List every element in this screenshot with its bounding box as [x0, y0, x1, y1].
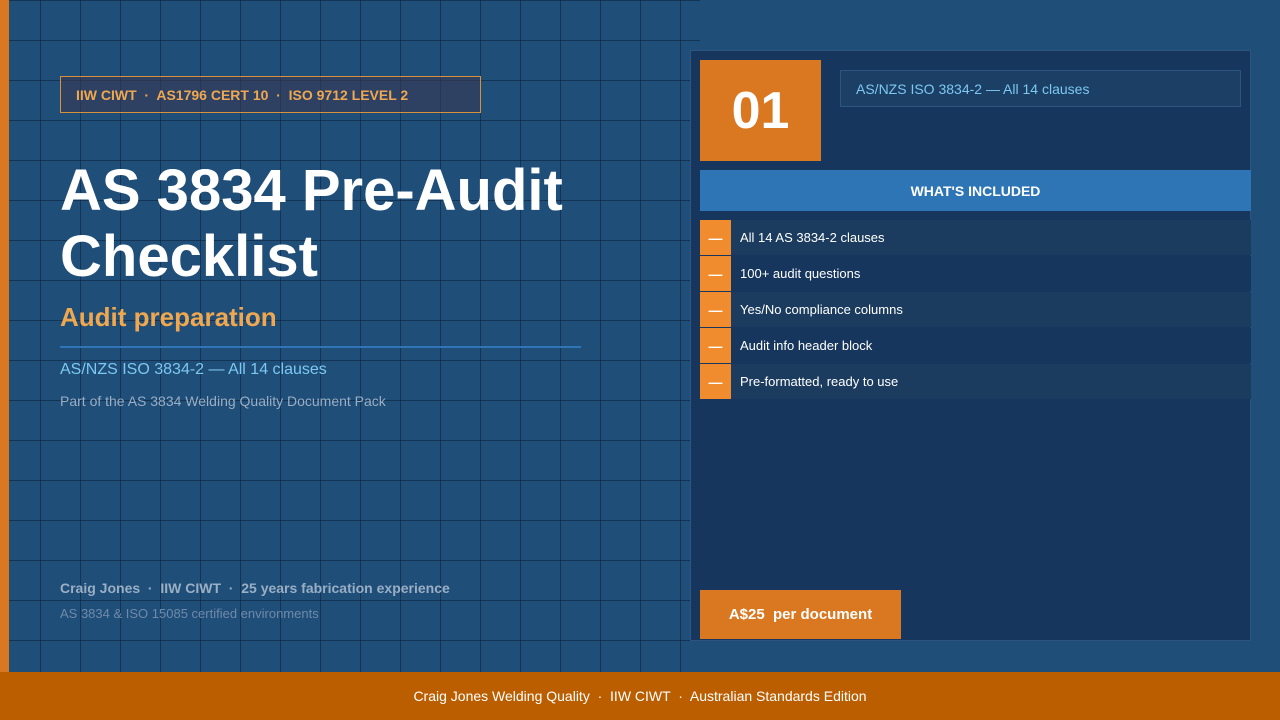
page-title: AS 3834 Pre-Audit Checklist: [60, 158, 563, 289]
page-subtitle: Audit preparation: [60, 302, 277, 332]
whats-included-header: WHAT'S INCLUDED: [700, 170, 1251, 211]
left-accent-bar: [0, 0, 9, 672]
dash-marker: —: [700, 328, 731, 363]
list-item: — 100+ audit questions: [700, 256, 1251, 291]
included-items-list: — All 14 AS 3834-2 clauses — 100+ audit …: [700, 220, 1251, 400]
footer-bar: Craig Jones Welding Quality · IIW CIWT ·…: [0, 672, 1280, 720]
list-item: — All 14 AS 3834-2 clauses: [700, 220, 1251, 255]
dash-marker: —: [700, 256, 731, 291]
dash-marker: —: [700, 220, 731, 255]
price-button[interactable]: A$25 per document: [700, 590, 901, 639]
list-item-label: Yes/No compliance columns: [740, 302, 903, 317]
pack-description: Part of the AS 3834 Welding Quality Docu…: [60, 393, 386, 409]
title-divider: [60, 346, 581, 348]
list-item-label: Audit info header block: [740, 338, 873, 353]
document-number: 01: [700, 60, 821, 161]
list-item-label: 100+ audit questions: [740, 266, 861, 281]
list-item: — Pre-formatted, ready to use: [700, 364, 1251, 399]
standard-reference: AS/NZS ISO 3834-2 — All 14 clauses: [60, 361, 327, 378]
list-item-label: All 14 AS 3834-2 clauses: [740, 230, 885, 245]
dash-marker: —: [700, 364, 731, 399]
credentials-badge: IIW CIWT · AS1796 CERT 10 · ISO 9712 LEV…: [60, 76, 481, 113]
list-item: — Yes/No compliance columns: [700, 292, 1251, 327]
panel-standard-box: AS/NZS ISO 3834-2 — All 14 clauses: [840, 70, 1241, 107]
dash-marker: —: [700, 292, 731, 327]
list-item: — Audit info header block: [700, 328, 1251, 363]
certified-environments: AS 3834 & ISO 15085 certified environmen…: [60, 606, 319, 621]
author-credentials: Craig Jones · IIW CIWT · 25 years fabric…: [60, 580, 450, 596]
list-item-label: Pre-formatted, ready to use: [740, 374, 899, 389]
